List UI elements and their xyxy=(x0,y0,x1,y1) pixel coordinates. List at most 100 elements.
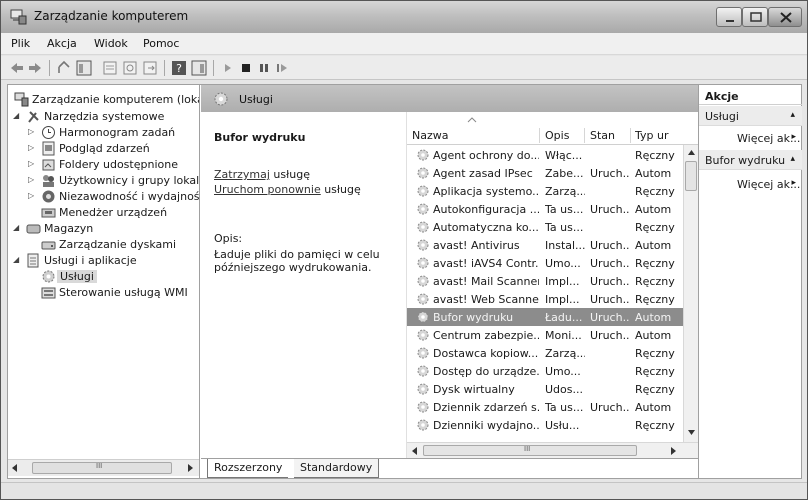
scrollbar-thumb[interactable]: III xyxy=(32,462,172,474)
scrollbar-thumb[interactable]: III xyxy=(423,445,637,456)
column-divider[interactable] xyxy=(584,128,585,143)
expand-arrow-icon[interactable]: ▷ xyxy=(28,159,34,168)
status-bar xyxy=(1,482,807,499)
tree-item-local-users[interactable]: ▷ Użytkownicy i grupy lokalne xyxy=(28,173,199,189)
users-icon xyxy=(43,175,54,187)
title-bar[interactable]: Zarządzanie komputerem xyxy=(1,1,807,33)
column-header-description[interactable]: Opis xyxy=(545,129,569,142)
column-header-state[interactable]: Stan xyxy=(590,129,615,142)
service-row[interactable]: Dostęp do urządze... Umo... Ręczny xyxy=(407,362,683,380)
tree-horizontal-scrollbar[interactable]: III xyxy=(8,459,199,476)
tree-item-root[interactable]: Zarządzanie komputerem (lokalne) xyxy=(14,92,199,108)
service-row[interactable]: Agent zasad IPsec Zabe... Uruch... Autom xyxy=(407,164,683,182)
pause-service-icon[interactable] xyxy=(255,59,273,77)
tab-standard[interactable]: Standardowy xyxy=(294,459,380,478)
service-row[interactable]: avast! Mail Scanner Impl... Uruch... Ręczny xyxy=(407,272,683,290)
service-row[interactable]: Agent ochrony do... Włąc... Ręczny xyxy=(407,146,683,164)
service-row[interactable]: avast! Antivirus Instal... Uruch... Autom xyxy=(407,236,683,254)
tab-extended[interactable]: Rozszerzony xyxy=(207,459,289,478)
tree-item-disk-management[interactable]: Zarządzanie dyskami xyxy=(41,237,199,253)
service-row[interactable]: Bufor wydruku Ładu... Uruch... Autom xyxy=(407,308,683,326)
tree-item-storage[interactable]: ◢ Magazyn xyxy=(13,221,196,237)
more-actions-print-spooler[interactable]: Więcej ak... ▸ xyxy=(699,174,802,194)
scroll-up-icon[interactable] xyxy=(687,148,696,156)
up-folder-icon[interactable] xyxy=(55,59,73,77)
minimize-button[interactable] xyxy=(716,7,742,27)
column-header-name[interactable]: Nazwa xyxy=(412,129,448,142)
collapse-arrow-icon[interactable]: ◢ xyxy=(13,223,19,232)
scrollbar-thumb[interactable] xyxy=(685,161,697,191)
close-button[interactable] xyxy=(768,7,802,27)
service-row[interactable]: Autokonfiguracja ... Ta us... Uruch... Auto… xyxy=(407,200,683,218)
stop-service-suffix: usługę xyxy=(269,168,310,181)
service-name: Centrum zabezpie... xyxy=(433,329,539,342)
scroll-left-icon[interactable] xyxy=(411,446,419,456)
show-hide-action-pane-icon[interactable] xyxy=(190,59,208,77)
actions-section-print-spooler[interactable]: Bufor wydruku ▴ xyxy=(699,150,802,170)
tree-item-reliability[interactable]: ▷ Niezawodność i wydajność xyxy=(28,189,199,205)
maximize-button[interactable] xyxy=(742,7,768,27)
restart-service-link[interactable]: Uruchom ponownie xyxy=(214,183,321,196)
show-hide-console-tree-icon[interactable] xyxy=(75,59,93,77)
column-divider[interactable] xyxy=(630,128,631,143)
service-row[interactable]: Dzienniki wydajno... Usłu... Ręczny xyxy=(407,416,683,434)
tree-item-task-scheduler[interactable]: ▷ Harmonogram zadań xyxy=(28,125,199,141)
service-row[interactable]: Dziennik zdarzeń s... Ta us... Uruch... Aut… xyxy=(407,398,683,416)
actions-section-services[interactable]: Usługi ▴ xyxy=(699,106,802,126)
scroll-right-icon[interactable] xyxy=(186,463,194,473)
expand-arrow-icon[interactable]: ▷ xyxy=(28,191,34,200)
selected-service-title: Bufor wydruku xyxy=(214,131,306,144)
service-row[interactable]: Aplikacja systemo... Zarzą... Ręczny xyxy=(407,182,683,200)
service-row[interactable]: avast! iAVS4 Contr... Umo... Uruch... Ręczn… xyxy=(407,254,683,272)
gear-icon xyxy=(417,185,429,197)
service-row[interactable]: Dysk wirtualny Udos... Ręczny xyxy=(407,380,683,398)
stop-service-icon[interactable] xyxy=(237,59,255,77)
tree-item-shared-folders[interactable]: ▷ Foldery udostępnione xyxy=(28,157,199,173)
menu-plik[interactable]: Plik xyxy=(11,37,30,50)
service-row[interactable]: Automatyczna ko... Ta us... Ręczny xyxy=(407,218,683,236)
scroll-right-icon[interactable] xyxy=(669,446,677,456)
more-actions-services[interactable]: Więcej ak... ▸ xyxy=(699,128,802,148)
menu-akcja[interactable]: Akcja xyxy=(47,37,77,50)
services-apps-icon xyxy=(27,253,39,268)
gear-icon xyxy=(417,347,429,359)
scroll-down-icon[interactable] xyxy=(687,429,696,437)
start-service-icon[interactable] xyxy=(219,59,237,77)
list-horizontal-scrollbar[interactable]: III xyxy=(407,442,698,458)
expand-arrow-icon[interactable]: ▷ xyxy=(28,175,34,184)
service-row[interactable]: Dostawca kopiow... Zarzą... Ręczny xyxy=(407,344,683,362)
column-divider[interactable] xyxy=(539,128,540,143)
scroll-left-icon[interactable] xyxy=(11,463,19,473)
service-startup-type: Ręczny xyxy=(635,293,675,306)
collapse-arrow-icon[interactable]: ◢ xyxy=(13,255,19,264)
service-row[interactable]: Centrum zabezpie... Moni... Uruch... Autom xyxy=(407,326,683,344)
expand-arrow-icon[interactable]: ▷ xyxy=(28,127,34,136)
tree-item-device-manager[interactable]: Menedżer urządzeń xyxy=(41,205,199,221)
tree-item-label: Zarządzanie dyskami xyxy=(59,238,177,251)
forward-arrow-icon[interactable] xyxy=(26,59,44,77)
restart-service-icon[interactable] xyxy=(273,59,291,77)
expand-arrow-icon[interactable]: ▷ xyxy=(28,143,34,152)
collapse-arrow-icon[interactable]: ◢ xyxy=(13,111,19,120)
tree-item-event-viewer[interactable]: ▷ Podgląd zdarzeń xyxy=(28,141,199,157)
properties-icon[interactable] xyxy=(101,59,119,77)
tree-item-services[interactable]: Usługi xyxy=(41,269,199,285)
column-header-startup-type[interactable]: Typ uru xyxy=(635,129,669,142)
list-vertical-scrollbar[interactable] xyxy=(683,145,698,442)
export-list-icon[interactable] xyxy=(141,59,159,77)
service-name: Dostawca kopiow... xyxy=(433,347,539,360)
tree-item-system-tools[interactable]: ◢ Narzędzia systemowe xyxy=(13,109,196,125)
description-label: Opis: xyxy=(214,232,243,245)
menu-pomoc[interactable]: Pomoc xyxy=(143,37,179,50)
service-name: Autokonfiguracja ... xyxy=(433,203,539,216)
menu-widok[interactable]: Widok xyxy=(94,37,128,50)
tree-item-services-apps[interactable]: ◢ Usługi i aplikacje xyxy=(13,253,196,269)
gear-icon xyxy=(417,203,429,215)
description-text: Ładuje pliki do pamięci w celu późniejsz… xyxy=(214,248,380,274)
tree-item-wmi-control[interactable]: Sterowanie usługą WMI xyxy=(41,285,199,301)
back-arrow-icon[interactable] xyxy=(8,59,26,77)
help-icon[interactable]: ? xyxy=(170,59,188,77)
refresh-icon[interactable] xyxy=(121,59,139,77)
service-row[interactable]: avast! Web Scanner Impl... Uruch... Ręczny xyxy=(407,290,683,308)
stop-service-link[interactable]: Zatrzymaj xyxy=(214,168,270,181)
